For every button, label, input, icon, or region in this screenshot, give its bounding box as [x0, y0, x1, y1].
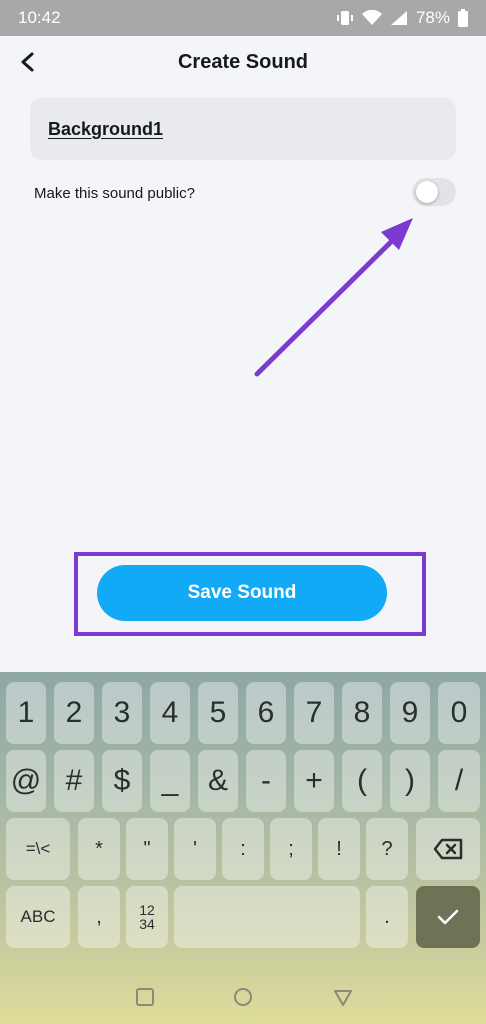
recent-apps-icon[interactable] — [134, 986, 156, 1008]
toggle-knob — [416, 181, 438, 203]
checkmark-icon — [437, 909, 459, 925]
key-3[interactable]: 3 — [102, 682, 142, 744]
top-bar: Create Sound — [0, 36, 486, 88]
sound-name-input[interactable]: Background1 — [30, 98, 456, 160]
key-enter[interactable] — [416, 886, 480, 948]
key-5[interactable]: 5 — [198, 682, 238, 744]
key-plus[interactable]: + — [294, 750, 334, 812]
key-more-symbols[interactable]: =\< — [6, 818, 70, 880]
save-sound-button[interactable]: Save Sound — [97, 565, 387, 621]
chevron-left-icon — [21, 52, 34, 72]
public-label: Make this sound public? — [34, 184, 195, 202]
key-0[interactable]: 0 — [438, 682, 480, 744]
key-4[interactable]: 4 — [150, 682, 190, 744]
key-8[interactable]: 8 — [342, 682, 382, 744]
key-backspace[interactable] — [416, 818, 480, 880]
key-7[interactable]: 7 — [294, 682, 334, 744]
key-close-paren[interactable]: ) — [390, 750, 430, 812]
backspace-icon — [433, 838, 463, 860]
vibrate-icon — [336, 11, 353, 25]
wifi-icon — [361, 10, 382, 25]
key-1[interactable]: 1 — [6, 682, 46, 744]
status-bar: 10:42 78% — [0, 0, 486, 36]
key-underscore[interactable]: _ — [150, 750, 190, 812]
key-ampersand[interactable]: & — [198, 750, 238, 812]
keyboard: 1 2 3 4 5 6 7 8 9 0 @ # $ _ & - + ( ) / … — [0, 672, 486, 1024]
nav-back-icon[interactable] — [332, 986, 354, 1008]
key-numpad[interactable]: 12 34 — [126, 886, 168, 948]
home-icon[interactable] — [232, 986, 254, 1008]
numpad-label: 12 34 — [139, 903, 155, 931]
key-double-quote[interactable]: " — [126, 818, 168, 880]
key-dollar[interactable]: $ — [102, 750, 142, 812]
key-hash[interactable]: # — [54, 750, 94, 812]
key-period[interactable]: . — [366, 886, 408, 948]
key-space[interactable] — [174, 886, 360, 948]
key-slash[interactable]: / — [438, 750, 480, 812]
numpad-top: 12 — [139, 902, 155, 918]
key-open-paren[interactable]: ( — [342, 750, 382, 812]
back-button[interactable] — [14, 48, 42, 76]
public-setting-row: Make this sound public? — [34, 176, 456, 210]
key-2[interactable]: 2 — [54, 682, 94, 744]
key-exclamation[interactable]: ! — [318, 818, 360, 880]
key-comma[interactable]: , — [78, 886, 120, 948]
key-minus[interactable]: - — [246, 750, 286, 812]
signal-icon — [390, 11, 407, 25]
status-time: 10:42 — [18, 8, 61, 27]
public-toggle[interactable] — [412, 178, 456, 206]
key-asterisk[interactable]: * — [78, 818, 120, 880]
key-colon[interactable]: : — [222, 818, 264, 880]
key-9[interactable]: 9 — [390, 682, 430, 744]
key-6[interactable]: 6 — [246, 682, 286, 744]
battery-icon — [458, 9, 468, 27]
key-single-quote[interactable]: ' — [174, 818, 216, 880]
key-abc[interactable]: ABC — [6, 886, 70, 948]
battery-percent: 78% — [415, 8, 450, 27]
system-nav-bar — [0, 980, 486, 1024]
page-title: Create Sound — [177, 50, 309, 73]
numpad-bottom: 34 — [139, 916, 155, 932]
key-semicolon[interactable]: ; — [270, 818, 312, 880]
key-question[interactable]: ? — [366, 818, 408, 880]
sound-name-value: Background1 — [48, 118, 164, 139]
key-at[interactable]: @ — [6, 750, 46, 812]
